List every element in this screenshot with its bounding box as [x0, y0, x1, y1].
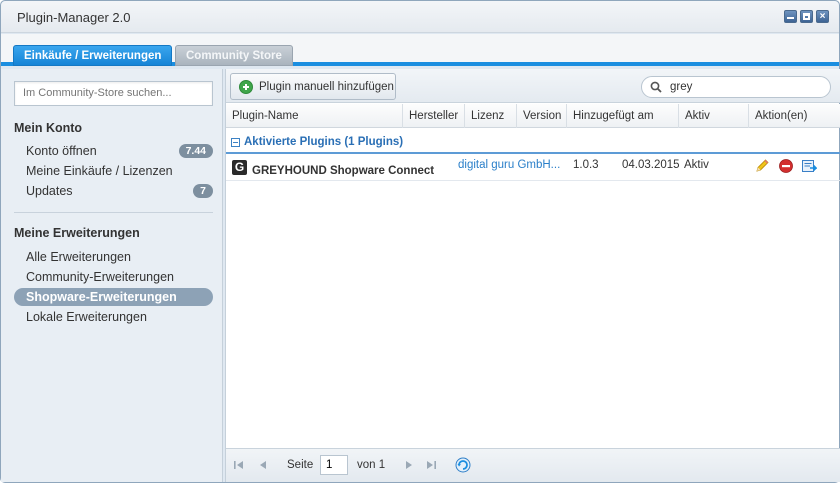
add-circle-icon: [239, 79, 253, 94]
manufacturer-link[interactable]: digital guru GmbH...: [458, 159, 562, 171]
column-header-version[interactable]: Version: [517, 104, 567, 128]
column-header-added-date[interactable]: Hinzugefügt am: [567, 104, 679, 128]
sidebar-divider: [14, 212, 213, 213]
paging-toolbar: Seite von 1: [226, 448, 840, 482]
tab-community-store[interactable]: Community Store: [175, 45, 293, 66]
tab-purchases-extensions[interactable]: Einkäufe / Erweiterungen: [13, 45, 173, 66]
column-header-license[interactable]: Lizenz: [465, 104, 517, 128]
table-row[interactable]: G GREYHOUND Shopware Connect digital gur…: [226, 155, 840, 181]
maximize-icon: [803, 13, 810, 20]
greyhound-logo-icon: G: [232, 160, 247, 175]
sidebar-item-purchases-licenses[interactable]: Meine Einkäufe / Lizenzen: [14, 162, 213, 180]
sidebar-item-open-account[interactable]: Konto öffnen 7.44: [14, 142, 213, 160]
active-status-cell: Aktiv: [684, 159, 709, 171]
close-button[interactable]: ×: [816, 10, 829, 23]
store-search-input[interactable]: [23, 87, 204, 99]
sidebar-item-label: Community-Erweiterungen: [26, 270, 174, 284]
edit-pencil-icon[interactable]: [754, 158, 770, 174]
column-header-actions[interactable]: Aktion(en): [749, 104, 840, 128]
extensions-section-title: Meine Erweiterungen: [14, 226, 140, 240]
version-cell: 1.0.3: [573, 159, 599, 171]
column-header-manufacturer[interactable]: Hersteller: [403, 104, 465, 128]
sidebar-item-label: Konto öffnen: [26, 144, 97, 158]
group-header-active-plugins[interactable]: Aktivierte Plugins (1 Plugins): [226, 130, 840, 154]
page-label: Seite: [287, 459, 314, 471]
sidebar-item-local-extensions[interactable]: Lokale Erweiterungen: [14, 308, 213, 326]
group-label: Aktivierte Plugins (1 Plugins): [244, 136, 404, 148]
previous-page-icon[interactable]: [256, 458, 270, 472]
minimize-button[interactable]: [784, 10, 797, 23]
grid-search-field[interactable]: [641, 76, 831, 98]
sidebar-item-label: Lokale Erweiterungen: [26, 310, 147, 324]
next-page-icon[interactable]: [402, 458, 416, 472]
add-plugin-label: Plugin manuell hinzufügen: [259, 80, 394, 93]
deactivate-icon[interactable]: [778, 158, 794, 174]
sidebar: Mein Konto Konto öffnen 7.44 Meine Einkä…: [1, 69, 223, 482]
title-bar[interactable]: Plugin-Manager 2.0 ×: [1, 1, 839, 33]
grid-header: Plugin-Name Hersteller Lizenz Version Hi…: [226, 104, 840, 128]
sidebar-item-all-extensions[interactable]: Alle Erweiterungen: [14, 248, 213, 266]
update-install-icon[interactable]: [801, 158, 817, 174]
updates-count-badge: 7: [193, 184, 213, 198]
sidebar-item-shopware-extensions[interactable]: Shopware-Erweiterungen: [14, 288, 213, 306]
minimize-icon: [787, 13, 794, 19]
plugin-manager-window: Plugin-Manager 2.0 × Einkäufe / Erweiter…: [0, 0, 840, 483]
column-header-plugin-name[interactable]: Plugin-Name: [226, 104, 403, 128]
grid-toolbar: Plugin manuell hinzufügen: [226, 69, 840, 103]
account-section-title: Mein Konto: [14, 121, 83, 135]
window-controls: ×: [784, 10, 829, 23]
close-icon: ×: [819, 11, 826, 22]
maximize-button[interactable]: [800, 10, 813, 23]
account-balance-badge: 7.44: [178, 144, 213, 158]
last-page-icon[interactable]: [424, 458, 438, 472]
sidebar-item-updates[interactable]: Updates 7: [14, 182, 213, 200]
collapse-toggle-icon[interactable]: [231, 138, 240, 147]
plugin-name-cell: GREYHOUND Shopware Connect: [252, 165, 435, 177]
search-icon: [650, 81, 662, 93]
page-number-input[interactable]: [320, 455, 348, 475]
added-date-cell: 04.03.2015: [622, 159, 680, 171]
refresh-icon[interactable]: [455, 457, 471, 473]
tab-strip: Einkäufe / Erweiterungen Community Store: [1, 34, 839, 66]
sidebar-item-label: Shopware-Erweiterungen: [26, 290, 177, 304]
plugin-grid-panel: Plugin manuell hinzufügen Plugin-Name He…: [225, 69, 840, 482]
window-title: Plugin-Manager 2.0: [17, 10, 131, 25]
page-total-label: von 1: [357, 459, 386, 471]
column-header-active[interactable]: Aktiv: [679, 104, 749, 128]
sidebar-item-label: Meine Einkäufe / Lizenzen: [26, 164, 173, 178]
sidebar-item-label: Updates: [26, 184, 73, 198]
add-plugin-manually-button[interactable]: Plugin manuell hinzufügen: [230, 73, 396, 100]
store-search-field[interactable]: [14, 81, 213, 106]
grid-search-input[interactable]: [670, 81, 820, 93]
first-page-icon[interactable]: [232, 458, 246, 472]
sidebar-item-community-extensions[interactable]: Community-Erweiterungen: [14, 268, 213, 286]
sidebar-item-label: Alle Erweiterungen: [26, 250, 131, 264]
